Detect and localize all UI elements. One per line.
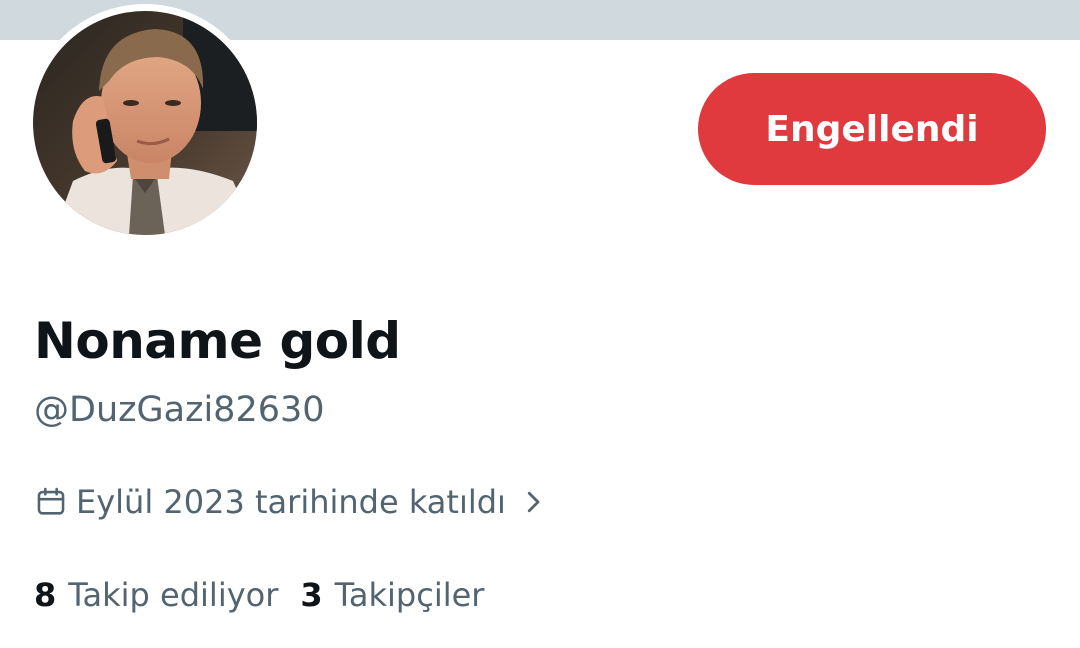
blocked-button[interactable]: Engellendi [698, 73, 1046, 185]
followers-link[interactable]: 3 Takipçiler [300, 576, 484, 614]
followers-count: 3 [300, 576, 323, 614]
joined-date-row[interactable]: Eylül 2023 tarihinde katıldı [34, 480, 548, 524]
profile-display-name: Noname gold [34, 312, 401, 370]
following-count: 8 [34, 576, 57, 614]
calendar-icon [34, 485, 68, 519]
profile-handle: @DuzGazi82630 [34, 390, 325, 430]
profile-page: Engellendi Noname gold @DuzGazi82630 Eyl… [0, 0, 1080, 648]
follow-stats: 8 Takip ediliyor 3 Takipçiler [34, 573, 484, 617]
joined-date-text: Eylül 2023 tarihinde katıldı [76, 483, 506, 521]
avatar-image [33, 11, 257, 235]
chevron-right-icon [518, 487, 548, 517]
following-label: Takip ediliyor [68, 576, 279, 614]
followers-label: Takipçiler [334, 576, 485, 614]
following-link[interactable]: 8 Takip ediliyor [34, 576, 278, 614]
avatar[interactable] [33, 11, 257, 235]
